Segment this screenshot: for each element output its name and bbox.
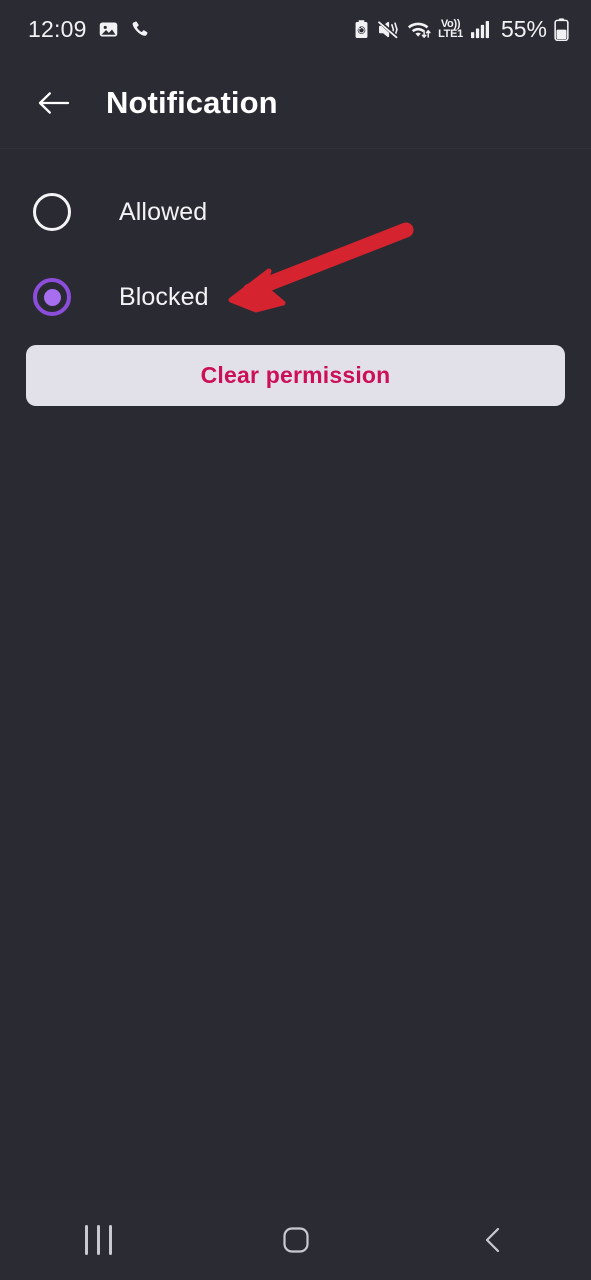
- nav-back-button[interactable]: [394, 1200, 591, 1280]
- radio-blocked-icon[interactable]: [33, 278, 71, 316]
- signal-bars-icon: [470, 19, 492, 39]
- volte1-icon: Vo)) LTE1: [438, 18, 463, 40]
- status-bar-right: Vo)) LTE1 55%: [353, 16, 569, 43]
- battery-saver-icon: [353, 19, 370, 40]
- radio-blocked-label: Blocked: [119, 282, 209, 311]
- app-bar: Notification: [0, 58, 591, 148]
- page-title: Notification: [106, 85, 278, 120]
- radio-option-blocked[interactable]: Blocked: [0, 269, 591, 325]
- wifi-data-icon: [406, 19, 431, 40]
- battery-percent-label: 55%: [500, 15, 547, 42]
- status-bar-left: 12:09: [28, 16, 150, 43]
- chevron-left-icon: [485, 1227, 499, 1253]
- phone-screen: 12:09 Vo)) LTE1 55% Notification Allowed…: [0, 0, 591, 1280]
- radio-blocked-inner-dot: [43, 288, 61, 306]
- photo-icon: [98, 19, 119, 40]
- status-bar: 12:09 Vo)) LTE1 55%: [0, 0, 591, 58]
- radio-allowed-label: Allowed: [119, 197, 208, 226]
- arrow-left-icon: [38, 92, 70, 114]
- mute-vibrate-icon: [377, 19, 399, 40]
- battery-icon: [554, 17, 569, 41]
- radio-allowed-icon[interactable]: [33, 193, 71, 231]
- nav-recents-button[interactable]: [0, 1200, 197, 1280]
- recents-bars-icon: [85, 1225, 112, 1255]
- radio-option-allowed[interactable]: Allowed: [0, 184, 591, 240]
- content-area: Allowed Blocked Clear permission: [0, 149, 591, 1280]
- nav-home-button[interactable]: [197, 1200, 394, 1280]
- back-button[interactable]: [28, 77, 80, 129]
- home-square-icon: [282, 1227, 309, 1253]
- volte-bottom-label: LTE1: [438, 28, 463, 40]
- status-time: 12:09: [28, 15, 87, 42]
- navigation-bar: [0, 1200, 591, 1280]
- clear-permission-button[interactable]: Clear permission: [26, 345, 565, 406]
- phone-call-icon: [130, 19, 150, 39]
